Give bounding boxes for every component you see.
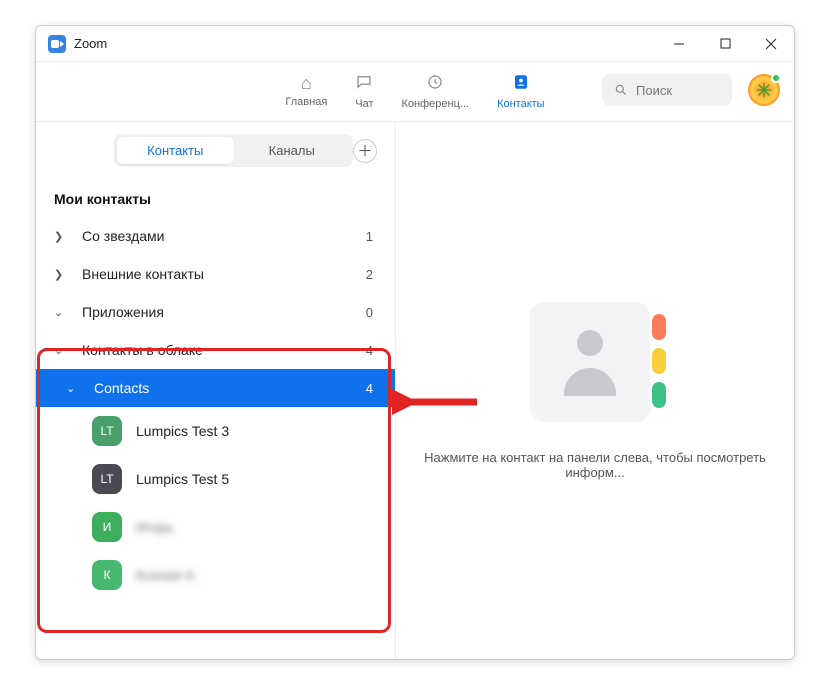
tab-label: Главная [285,96,327,108]
content-body: Контакты Каналы ＋ Мои контакты ❯ Со звез… [36,122,794,659]
segment-channels[interactable]: Каналы [234,137,351,164]
chevron-right-icon: ❯ [54,230,72,243]
top-nav: ⌂ Главная Чат Конференц... Контакты [36,62,794,122]
group-label: Контакты в облаке [82,342,366,358]
sidebar: Контакты Каналы ＋ Мои контакты ❯ Со звез… [36,122,396,659]
window-controls [656,26,794,62]
segmented-control: Контакты Каналы [114,134,353,167]
contacts-icon [512,73,530,96]
presence-online-icon [771,73,781,83]
chat-icon [355,73,373,96]
group-external[interactable]: ❯ Внешние контакты 2 [36,255,395,293]
placeholder-text: Нажмите на контакт на панели слева, чтоб… [416,450,774,480]
contact-name: Lumpics Test 3 [136,423,229,439]
contact-avatar: К [92,560,122,590]
window-title: Zoom [74,36,656,51]
group-apps[interactable]: ⌄ Приложения 0 [36,293,395,331]
maximize-button[interactable] [702,26,748,62]
home-icon: ⌂ [301,73,312,94]
contact-row[interactable]: К Ксения К. [36,551,395,599]
tab-label: Чат [355,98,373,110]
contact-row[interactable]: LT Lumpics Test 5 [36,455,395,503]
segment-contacts[interactable]: Контакты [117,137,234,164]
group-starred[interactable]: ❯ Со звездами 1 [36,217,395,255]
close-button[interactable] [748,26,794,62]
group-label: Внешние контакты [82,266,366,282]
zoom-logo-icon [48,35,66,53]
contact-avatar: LT [92,416,122,446]
group-label: Со звездами [82,228,366,244]
tab-label: Конференц... [402,98,470,110]
chevron-down-icon: ⌄ [54,344,72,357]
tab-chat[interactable]: Чат [355,69,373,114]
group-cloud[interactable]: ⌄ Контакты в облаке 4 [36,331,395,369]
contacts-placeholder-icon [530,302,660,422]
tab-meetings[interactable]: Конференц... [402,69,470,114]
minimize-button[interactable] [656,26,702,62]
group-count: 4 [366,381,373,396]
search-placeholder: Поиск [636,83,672,98]
contact-avatar: И [92,512,122,542]
contact-row[interactable]: И Игорь [36,503,395,551]
nav-tabs: ⌂ Главная Чат Конференц... Контакты [285,69,544,114]
profile-avatar[interactable] [748,74,780,106]
chevron-down-icon: ⌄ [54,306,72,319]
main-pane: Нажмите на контакт на панели слева, чтоб… [396,122,794,659]
titlebar: Zoom [36,26,794,62]
contact-name: Ксения К. [136,567,198,583]
tab-label: Контакты [497,98,545,110]
contact-row[interactable]: LT Lumpics Test 3 [36,407,395,455]
group-label: Contacts [94,380,366,396]
clock-icon [426,73,444,96]
add-button[interactable]: ＋ [353,139,377,163]
contact-avatar: LT [92,464,122,494]
group-count: 0 [366,305,373,320]
segment-row: Контакты Каналы ＋ [36,134,395,177]
chevron-right-icon: ❯ [54,268,72,281]
tab-contacts[interactable]: Контакты [497,69,545,114]
group-contacts-sub[interactable]: ⌄ Contacts 4 [36,369,395,407]
orange-slice-icon [753,79,775,101]
plus-icon: ＋ [357,140,372,161]
group-count: 1 [366,229,373,244]
search-icon [614,83,628,97]
tab-home[interactable]: ⌂ Главная [285,69,327,114]
group-count: 2 [366,267,373,282]
contact-name: Игорь [136,519,174,535]
chevron-down-icon: ⌄ [66,382,84,395]
contact-name: Lumpics Test 5 [136,471,229,487]
section-header: Мои контакты [36,177,395,217]
contact-list: LT Lumpics Test 3 LT Lumpics Test 5 И Игорь КК… [36,407,395,599]
group-label: Приложения [82,304,366,320]
search-input[interactable]: Поиск [602,74,732,106]
app-window: Zoom ⌂ Главная Чат [35,25,795,660]
group-count: 4 [366,343,373,358]
